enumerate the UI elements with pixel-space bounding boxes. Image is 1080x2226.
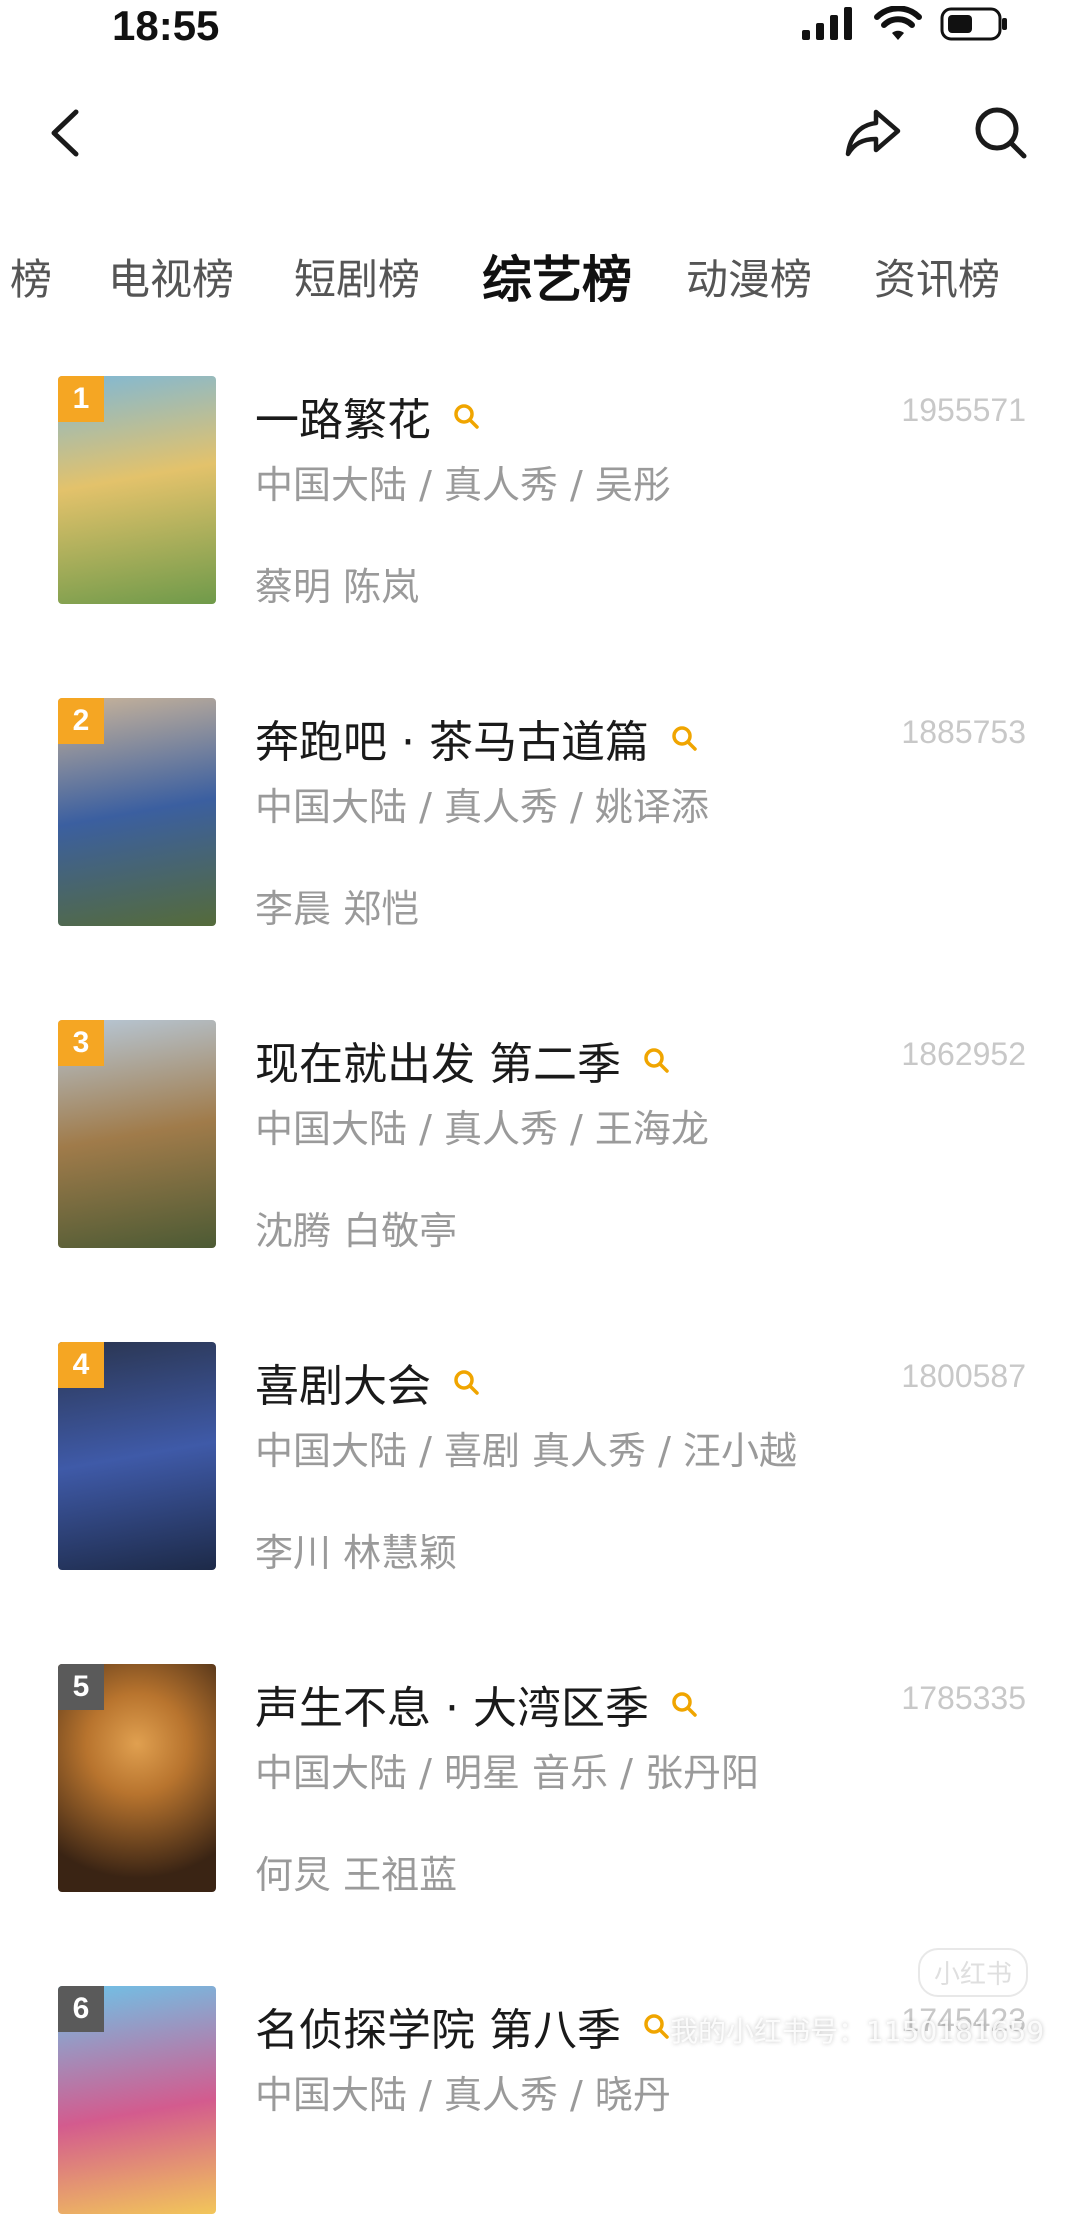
show-title: 名侦探学院 第八季 [255,1994,671,2058]
search-icon[interactable] [669,1689,699,1719]
show-title-text: 奔跑吧 · 茶马古道篇 [255,717,649,768]
rank-badge: 3 [58,1020,104,1066]
show-title-text: 一路繁花 [255,395,431,446]
poster: 1 [58,376,216,604]
show-title: 奔跑吧 · 茶马古道篇 [255,706,699,770]
tab-anime[interactable]: 动漫榜 [686,240,812,320]
search-icon [975,107,1027,159]
ranking-tabs: 榜 电视榜 短剧榜 综艺榜 动漫榜 资讯榜 [0,240,1080,320]
poster: 2 [58,698,216,926]
show-cast: 李川 林慧颖 [255,1531,458,1575]
rank-badge: 1 [58,376,104,422]
list-item[interactable]: 3 现在就出发 第二季 1862952 中国大陆 / 真人秀 / 王海龙 沈腾 … [0,1020,1080,1260]
heat-count: 1785335 [901,1680,1026,1716]
poster: 6 [58,1986,216,2214]
poster: 4 [58,1342,216,1570]
list-item[interactable]: 2 奔跑吧 · 茶马古道篇 1885753 中国大陆 / 真人秀 / 姚译添 李… [0,698,1080,938]
show-title: 声生不息 · 大湾区季 [255,1672,699,1736]
list-item[interactable]: 1 一路繁花 1955571 中国大陆 / 真人秀 / 吴彤 蔡明 陈岚 [0,376,1080,616]
show-meta: 中国大陆 / 真人秀 / 姚译添 [255,785,709,829]
show-meta: 中国大陆 / 喜剧 真人秀 / 汪小越 [255,1429,798,1473]
search-icon[interactable] [451,1367,481,1397]
show-cast: 李晨 郑恺 [255,887,420,931]
nav-bar [0,90,1080,176]
show-title: 一路繁花 [255,384,481,448]
share-icon [845,109,901,157]
signal-icon [802,7,852,40]
heat-count: 1800587 [901,1358,1026,1394]
show-cast: 何炅 王祖蓝 [255,1853,458,1897]
wifi-icon [874,6,922,40]
show-title-text: 现在就出发 第二季 [255,1039,621,1090]
list-item[interactable]: 4 喜剧大会 1800587 中国大陆 / 喜剧 真人秀 / 汪小越 李川 林慧… [0,1342,1080,1582]
show-meta: 中国大陆 / 真人秀 / 晓丹 [255,2073,671,2117]
rank-badge: 2 [58,698,104,744]
show-meta: 中国大陆 / 真人秀 / 王海龙 [255,1107,709,1151]
status-icons [800,6,1010,42]
tab-tv[interactable]: 电视榜 [108,240,234,320]
heat-count: 1885753 [901,714,1026,750]
status-bar: 18:55 [0,0,1080,60]
heat-count: 1862952 [901,1036,1026,1072]
show-title: 现在就出发 第二季 [255,1028,671,1092]
show-title-text: 喜剧大会 [255,1361,431,1412]
show-cast: 蔡明 陈岚 [255,565,420,609]
search-icon[interactable] [451,401,481,431]
tab-short-drama[interactable]: 短剧榜 [294,240,420,320]
watermark-logo: 小红书 [918,1948,1029,1997]
show-title-text: 声生不息 · 大湾区季 [255,1683,649,1734]
tab-variety[interactable]: 综艺榜 [482,240,632,320]
search-button[interactable] [968,100,1034,166]
tab-prev[interactable]: 榜 [10,240,52,320]
status-time: 18:55 [112,2,220,49]
search-icon[interactable] [641,2011,671,2041]
poster: 5 [58,1664,216,1892]
search-icon[interactable] [669,723,699,753]
show-title-text: 名侦探学院 第八季 [255,2005,621,2056]
rank-badge: 6 [58,1986,104,2032]
show-meta: 中国大陆 / 明星 音乐 / 张丹阳 [255,1751,760,1795]
watermark-text: 我的小红书号：1150181659 [670,2015,1045,2048]
poster: 3 [58,1020,216,1248]
show-cast: 沈腾 白敬亭 [255,1209,458,1253]
back-button[interactable] [40,100,90,166]
rank-badge: 5 [58,1664,104,1710]
show-meta: 中国大陆 / 真人秀 / 吴彤 [255,463,671,507]
tab-news[interactable]: 资讯榜 [874,240,1000,320]
show-title: 喜剧大会 [255,1350,481,1414]
battery-icon [940,7,1007,41]
rank-badge: 4 [58,1342,104,1388]
chevron-left-icon [51,109,79,157]
search-icon[interactable] [641,1045,671,1075]
list-item[interactable]: 5 声生不息 · 大湾区季 1785335 中国大陆 / 明星 音乐 / 张丹阳… [0,1664,1080,1904]
share-button[interactable] [840,100,906,166]
heat-count: 1955571 [901,392,1026,428]
